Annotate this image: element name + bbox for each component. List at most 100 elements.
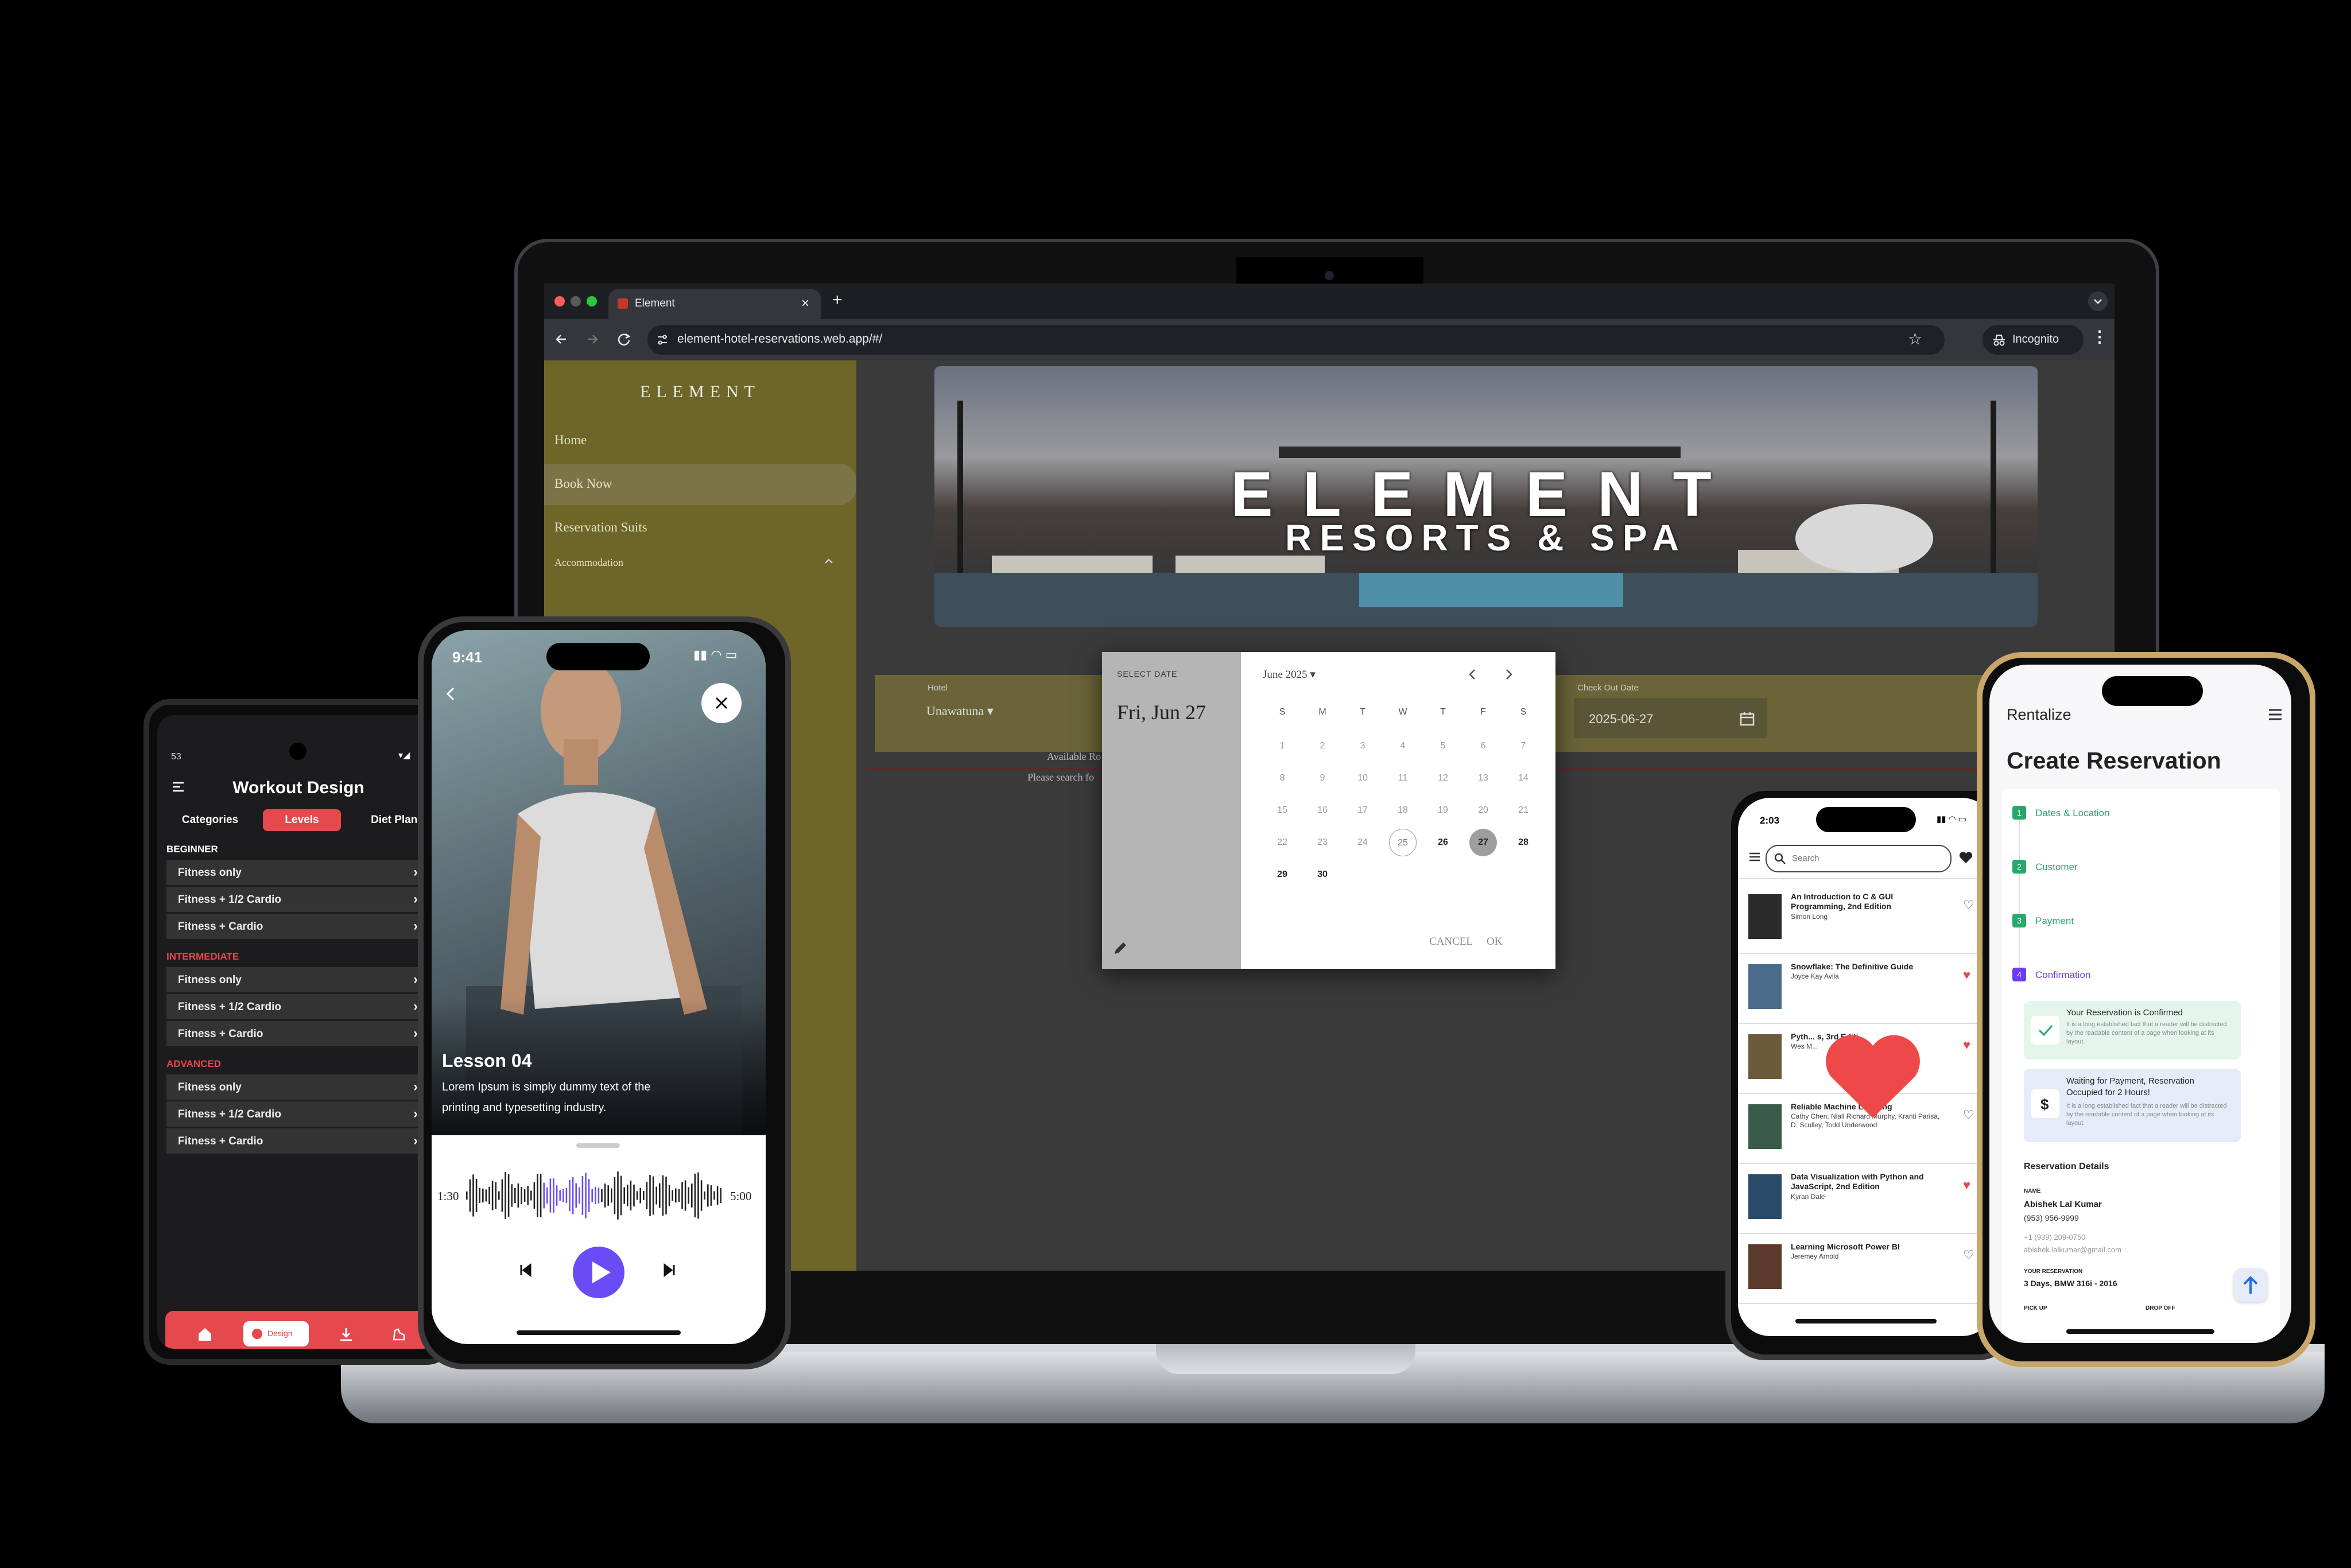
level-option[interactable]: Fitness + Cardio › bbox=[166, 914, 430, 940]
calendar-day[interactable]: 11 bbox=[1389, 764, 1417, 792]
skip-back-icon[interactable] bbox=[518, 1262, 535, 1279]
nav-book-now[interactable]: Book Now bbox=[544, 464, 856, 505]
stepper-step[interactable]: 4 Confirmation bbox=[2012, 964, 2242, 987]
calendar-day[interactable]: 17 bbox=[1349, 797, 1376, 824]
scroll-top-button[interactable] bbox=[2234, 1268, 2267, 1302]
incognito-badge[interactable]: Incognito bbox=[1983, 325, 2084, 355]
address-bar[interactable]: element-hotel-reservations.web.app/#/ ☆ bbox=[647, 325, 1945, 355]
calendar-day[interactable]: 23 bbox=[1309, 829, 1336, 856]
calendar-day[interactable]: 16 bbox=[1309, 797, 1336, 824]
calendar-day[interactable]: 3 bbox=[1349, 732, 1376, 760]
list-item[interactable]: Learning Microsoft Power BI Jeremey Arnol… bbox=[1738, 1234, 1994, 1304]
forward-arrow-icon[interactable] bbox=[584, 331, 602, 348]
calendar-day[interactable]: 4 bbox=[1389, 732, 1417, 760]
stepper-step[interactable]: 3 Payment bbox=[2012, 910, 2242, 933]
level-option[interactable]: Fitness + 1/2 Cardio › bbox=[166, 1101, 430, 1128]
calendar-day[interactable]: 14 bbox=[1510, 764, 1537, 792]
level-option[interactable]: Fitness only › bbox=[166, 1074, 430, 1101]
next-month-icon[interactable] bbox=[1500, 666, 1518, 683]
checkout-date-input[interactable]: 2025-06-27 bbox=[1574, 698, 1767, 738]
calendar-day[interactable]: 28 bbox=[1510, 829, 1537, 856]
ok-button[interactable]: OK bbox=[1487, 936, 1502, 948]
calendar-day[interactable]: 10 bbox=[1349, 764, 1376, 792]
level-option[interactable]: Fitness + 1/2 Cardio › bbox=[166, 887, 430, 913]
previous-month-icon[interactable] bbox=[1464, 666, 1481, 683]
menu-icon[interactable] bbox=[1748, 851, 1761, 863]
calendar-day[interactable]: 1 bbox=[1268, 732, 1296, 760]
step-number: 2 bbox=[2012, 860, 2026, 874]
back-chevron-icon[interactable] bbox=[441, 684, 460, 704]
audio-waveform[interactable] bbox=[466, 1164, 726, 1227]
search-input[interactable]: Search bbox=[1766, 845, 1952, 872]
muscle-icon[interactable] bbox=[390, 1326, 408, 1343]
calendar-day[interactable]: 18 bbox=[1389, 797, 1417, 824]
window-close-dot[interactable] bbox=[554, 296, 565, 306]
play-button[interactable] bbox=[573, 1247, 624, 1298]
home-icon[interactable] bbox=[196, 1326, 214, 1343]
calendar-day[interactable]: 8 bbox=[1268, 764, 1296, 792]
tab-categories[interactable]: Categories bbox=[172, 809, 248, 831]
level-option[interactable]: Fitness only › bbox=[166, 860, 430, 886]
sheet-handle[interactable] bbox=[576, 1143, 620, 1148]
nav-design-active[interactable]: Design bbox=[243, 1321, 309, 1346]
close-button[interactable] bbox=[701, 683, 742, 723]
level-option[interactable]: Fitness + Cardio › bbox=[166, 1021, 430, 1047]
back-arrow-icon[interactable] bbox=[552, 331, 569, 348]
heart-filled-icon[interactable]: ♥ bbox=[1963, 1178, 1970, 1193]
calendar-day[interactable]: 5 bbox=[1429, 732, 1457, 760]
list-item[interactable]: Snowflake: The Definitive Guide Joyce Kay… bbox=[1738, 954, 1994, 1024]
cancel-button[interactable]: CANCEL bbox=[1429, 936, 1473, 948]
calendar-day[interactable]: 12 bbox=[1429, 764, 1457, 792]
calendar-day[interactable]: 19 bbox=[1429, 797, 1457, 824]
favorites-heart-icon[interactable] bbox=[1958, 851, 1973, 864]
tab-levels[interactable]: Levels bbox=[263, 809, 341, 831]
stepper-step[interactable]: 1 Dates & Location bbox=[2012, 802, 2242, 825]
calendar-icon[interactable] bbox=[1739, 711, 1755, 727]
browser-tab[interactable]: Element × bbox=[608, 289, 821, 319]
heart-outline-icon[interactable]: ♡ bbox=[1963, 1108, 1974, 1123]
nav-home[interactable]: Home bbox=[544, 420, 856, 461]
calendar-day[interactable]: 21 bbox=[1510, 797, 1537, 824]
heart-filled-icon[interactable]: ♥ bbox=[1963, 968, 1970, 983]
tab-search-chevron-icon[interactable] bbox=[2088, 292, 2108, 311]
nav-reservation-suits[interactable]: Reservation Suits bbox=[544, 507, 856, 549]
calendar-day[interactable]: 6 bbox=[1469, 732, 1497, 760]
new-tab-icon[interactable]: + bbox=[832, 290, 843, 310]
stepper-step[interactable]: 2 Customer bbox=[2012, 856, 2242, 879]
calendar-day[interactable]: 27 bbox=[1469, 829, 1497, 856]
download-icon[interactable] bbox=[337, 1326, 355, 1343]
heart-outline-icon[interactable]: ♡ bbox=[1963, 898, 1974, 913]
tab-close-icon[interactable]: × bbox=[801, 296, 809, 312]
calendar-day[interactable]: 29 bbox=[1268, 861, 1296, 888]
calendar-day[interactable]: 26 bbox=[1429, 829, 1457, 856]
list-item[interactable]: An Introduction to C & GUI Programming, … bbox=[1738, 884, 1994, 954]
nav-accommodation[interactable]: Accommodation bbox=[544, 550, 856, 591]
calendar-day[interactable]: 22 bbox=[1268, 829, 1296, 856]
calendar-day[interactable]: 20 bbox=[1469, 797, 1497, 824]
window-minimize-dot[interactable] bbox=[571, 296, 581, 306]
heart-outline-icon[interactable]: ♡ bbox=[1963, 1248, 1974, 1263]
site-info-icon[interactable] bbox=[655, 333, 669, 347]
edit-pencil-icon[interactable] bbox=[1111, 939, 1130, 957]
browser-menu-icon[interactable]: ⋮ bbox=[2092, 327, 2108, 346]
calendar-day[interactable]: 25 bbox=[1389, 829, 1417, 856]
window-zoom-dot[interactable] bbox=[587, 296, 597, 306]
level-option[interactable]: Fitness only › bbox=[166, 967, 430, 993]
bookmark-star-icon[interactable]: ☆ bbox=[1908, 329, 1922, 348]
calendar-day[interactable]: 9 bbox=[1309, 764, 1336, 792]
calendar-day[interactable]: 2 bbox=[1309, 732, 1336, 760]
reload-icon[interactable] bbox=[615, 331, 633, 348]
calendar-day[interactable]: 15 bbox=[1268, 797, 1296, 824]
calendar-day[interactable]: 13 bbox=[1469, 764, 1497, 792]
hamburger-menu-icon[interactable] bbox=[2267, 707, 2283, 722]
heart-filled-icon[interactable]: ♥ bbox=[1963, 1038, 1970, 1053]
month-year-selector[interactable]: June 2025 ▾ bbox=[1263, 668, 1316, 681]
list-item[interactable]: Data Visualization with Python and JavaS… bbox=[1738, 1164, 1994, 1234]
skip-forward-icon[interactable] bbox=[660, 1262, 677, 1279]
calendar-day[interactable]: 24 bbox=[1349, 829, 1376, 856]
hotel-select[interactable]: Unawatuna ▾ bbox=[926, 704, 1018, 727]
level-option[interactable]: Fitness + 1/2 Cardio › bbox=[166, 994, 430, 1020]
calendar-day[interactable]: 7 bbox=[1510, 732, 1537, 760]
level-option[interactable]: Fitness + Cardio › bbox=[166, 1128, 430, 1155]
calendar-day[interactable]: 30 bbox=[1309, 861, 1336, 888]
